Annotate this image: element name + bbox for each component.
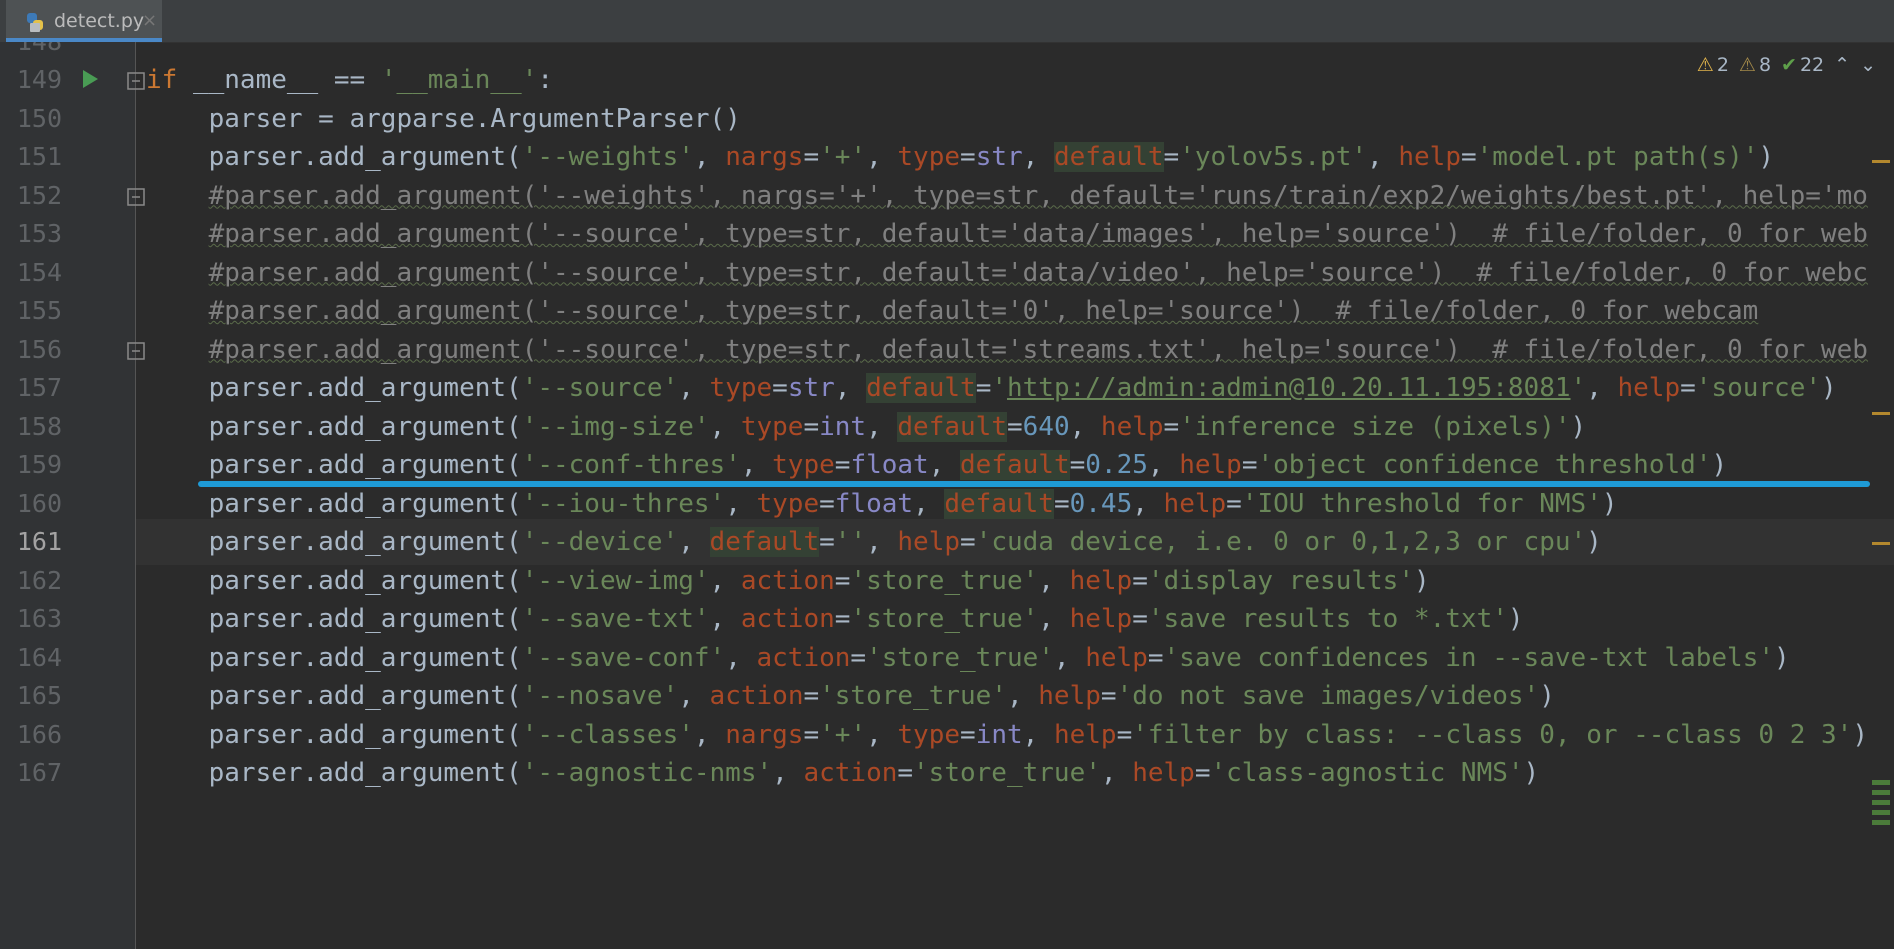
line-number: 154 bbox=[16, 257, 62, 287]
code-text: parser.add_argument('--conf-thres', type… bbox=[146, 450, 1728, 480]
line-number: 166 bbox=[16, 719, 62, 749]
line-number: 157 bbox=[16, 373, 62, 402]
editor-tab-bar: detect.py × bbox=[0, 0, 1894, 43]
line-number: 152 bbox=[16, 180, 62, 210]
scroll-marker[interactable] bbox=[1872, 790, 1890, 795]
code-text: #parser.add_argument('--source', type=st… bbox=[208, 219, 1868, 249]
tab-label: detect.py bbox=[54, 10, 145, 32]
code-text: parser.add_argument('--save-txt', action… bbox=[146, 604, 1524, 634]
tab-detect-py[interactable]: detect.py × bbox=[6, 0, 162, 42]
code-text: parser.add_argument('--classes', nargs='… bbox=[146, 719, 1868, 750]
code-text: parser.add_argument('--view-img', action… bbox=[146, 565, 1430, 596]
code-text: if __name__ == '__main__': bbox=[146, 65, 554, 95]
error-stripe-mark[interactable] bbox=[1872, 412, 1890, 415]
line-number: 167 bbox=[16, 758, 62, 787]
scroll-marker[interactable] bbox=[1872, 820, 1890, 825]
code-text: parser.add_argument('--device', default=… bbox=[146, 527, 1602, 557]
python-file-icon bbox=[27, 13, 43, 32]
code-editor[interactable]: 148 ⚠ 2 ⚠ 8 ✔ 22 ⌃ ⌄ 149if __name__ == '… bbox=[0, 42, 1894, 949]
fold-icon[interactable] bbox=[126, 187, 146, 207]
line-number: 156 bbox=[16, 334, 62, 364]
code-text: parser = argparse.ArgumentParser() bbox=[146, 103, 741, 134]
error-stripe-mark[interactable] bbox=[1872, 160, 1890, 163]
error-stripe-mark[interactable] bbox=[1872, 542, 1890, 545]
code-text: parser.add_argument('--iou-thres', type=… bbox=[146, 488, 1618, 519]
line-number: 155 bbox=[16, 296, 62, 325]
code-text: #parser.add_argument('--source', type=st… bbox=[208, 334, 1868, 365]
line-number: 165 bbox=[16, 681, 62, 710]
scroll-marker[interactable] bbox=[1872, 800, 1890, 805]
code-text: parser.add_argument('--weights', nargs='… bbox=[146, 142, 1775, 172]
code-text: #parser.add_argument('--source', type=st… bbox=[208, 296, 1759, 326]
line-number: 164 bbox=[16, 642, 62, 672]
line-number: 151 bbox=[16, 142, 62, 171]
fold-icon[interactable] bbox=[126, 341, 146, 361]
code-text: parser.add_argument('--source', type=str… bbox=[146, 373, 1837, 403]
line-number: 148 bbox=[0, 42, 62, 56]
line-number: 161 bbox=[16, 527, 62, 556]
code-text: #parser.add_argument('--weights', nargs=… bbox=[208, 180, 1868, 211]
code-text: parser.add_argument('--save-conf', actio… bbox=[146, 642, 1790, 673]
line-number: 163 bbox=[16, 604, 62, 633]
line-number: 150 bbox=[16, 103, 62, 133]
line-number: 159 bbox=[16, 450, 62, 479]
close-icon[interactable]: × bbox=[142, 10, 157, 31]
scroll-marker[interactable] bbox=[1872, 780, 1890, 785]
line-number: 158 bbox=[16, 411, 62, 441]
line-number: 162 bbox=[16, 565, 62, 595]
run-icon[interactable] bbox=[80, 68, 100, 90]
code-line[interactable]: 167 parser.add_argument('--agnostic-nms'… bbox=[0, 750, 1894, 796]
code-text: #parser.add_argument('--source', type=st… bbox=[208, 257, 1868, 288]
scroll-marker[interactable] bbox=[1872, 810, 1890, 815]
line-number: 160 bbox=[16, 488, 62, 518]
code-text: parser.add_argument('--nosave', action='… bbox=[146, 681, 1555, 711]
line-number: 153 bbox=[16, 219, 62, 248]
code-text: parser.add_argument('--img-size', type=i… bbox=[146, 411, 1587, 442]
caret-underline-highlight bbox=[198, 481, 1870, 487]
code-text: parser.add_argument('--agnostic-nms', ac… bbox=[146, 758, 1540, 788]
line-number: 149 bbox=[16, 65, 62, 94]
fold-icon[interactable] bbox=[126, 71, 146, 91]
